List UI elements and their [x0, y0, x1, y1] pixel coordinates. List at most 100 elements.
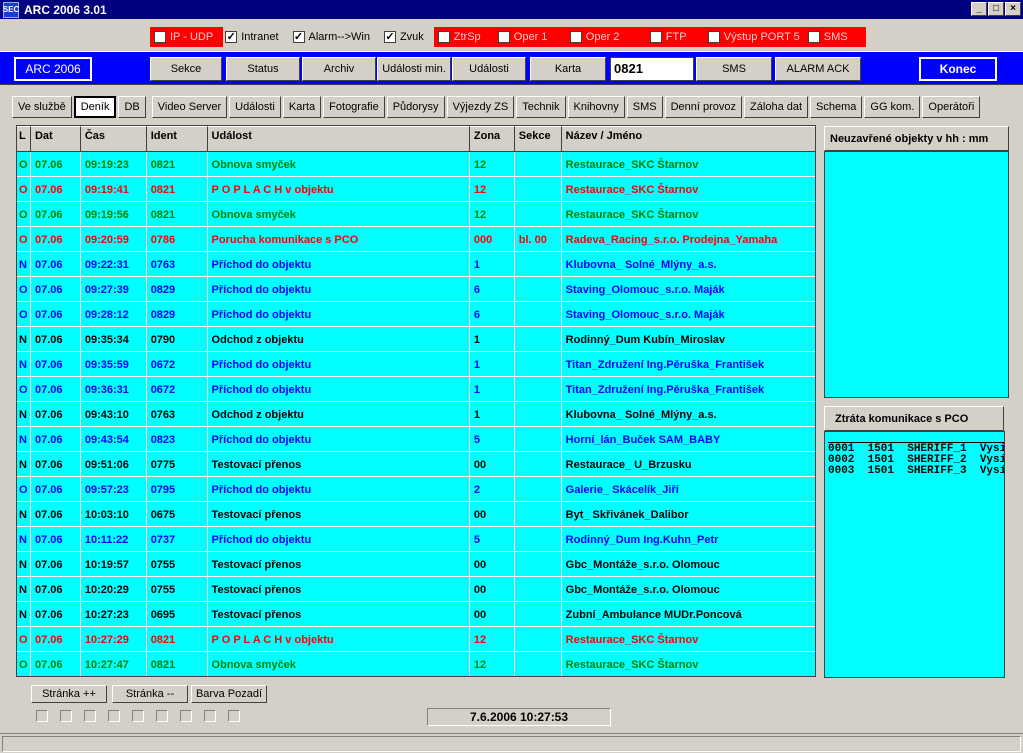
table-row[interactable]: N 07.06 09:51:06 0775 Testovací přenos 00 Rest… — [17, 452, 815, 477]
table-row[interactable]: O 07.06 09:19:23 0821 Obnova smyček 12 Restaur… — [17, 152, 815, 177]
cell-zona: 12 — [470, 652, 515, 676]
col-header-ident[interactable]: Ident — [146, 126, 208, 152]
cell-udalost: Odchod z objektu — [208, 327, 470, 352]
tab-15[interactable]: GG kom. — [864, 96, 921, 118]
cell-ident: 0829 — [147, 277, 208, 302]
ident-input[interactable]: 0821 — [610, 57, 694, 81]
cell-dat: 07.06 — [31, 502, 81, 527]
udalosti-min-button[interactable]: Události min. — [377, 57, 451, 81]
col-header-cas[interactable]: Čas — [80, 126, 147, 152]
table-row[interactable]: O 07.06 10:27:29 0821 P O P L A C H v objekt… — [17, 627, 815, 652]
cell-cas: 09:35:34 — [81, 327, 147, 352]
table-row[interactable]: O 07.06 09:28:12 0829 Příchod do objektu 6 Sta… — [17, 302, 815, 327]
tab-3[interactable]: Video Server — [151, 96, 228, 118]
konec-button[interactable]: Konec — [919, 57, 997, 81]
option-ftp[interactable]: FTP — [649, 27, 702, 47]
table-row[interactable]: N 07.06 10:19:57 0755 Testovací přenos 00 Gbc_… — [17, 552, 815, 577]
page-next-button[interactable]: Stránka ++ — [31, 685, 107, 703]
tab-5[interactable]: Karta — [282, 96, 322, 118]
tab-11[interactable]: SMS — [626, 96, 663, 118]
col-header-nazev[interactable]: Název / Jméno — [561, 126, 815, 152]
table-row[interactable]: O 07.06 09:19:41 0821 P O P L A C H v objekt… — [17, 177, 815, 202]
table-row[interactable]: N 07.06 10:03:10 0675 Testovací přenos 00 Byt_… — [17, 502, 815, 527]
option-vystup-port5[interactable]: Výstup PORT 5 — [707, 27, 802, 47]
status-button[interactable]: Status — [226, 57, 300, 81]
option-ip-udp[interactable]: IP - UDP — [154, 27, 213, 47]
indicator-box — [132, 710, 144, 722]
col-header-sekce[interactable]: Sekce — [514, 126, 562, 152]
option-alarm-win[interactable]: ✓ Alarm-->Win — [292, 27, 370, 47]
pco-loss-list[interactable]: 0001 1501 SHERIFF_1 Vysíl 0002 1501 SHER… — [824, 431, 1005, 678]
tab-2[interactable]: DB — [118, 96, 146, 118]
option-ztrsp[interactable]: ZtrSp — [437, 27, 492, 47]
table-row[interactable]: N 07.06 09:35:34 0790 Odchod z objektu 1 Rodin… — [17, 327, 815, 352]
udalosti-button[interactable]: Události — [452, 57, 526, 81]
app-icon: SEC — [3, 1, 19, 18]
close-icon[interactable]: × — [1005, 2, 1021, 16]
option-oper1[interactable]: Oper 1 — [497, 27, 564, 47]
tab-10[interactable]: Knihovny — [567, 96, 625, 118]
tab-4[interactable]: Události — [229, 96, 281, 118]
cell-dat: 07.06 — [31, 627, 81, 652]
table-row[interactable]: O 07.06 09:57:23 0795 Příchod do objektu 2 Gal… — [17, 477, 815, 502]
cell-sekce: bl. 00 — [515, 227, 562, 252]
background-color-button[interactable]: Barva Pozadí — [191, 685, 267, 703]
table-row[interactable]: N 07.06 09:43:54 0823 Příchod do objektu 5 Hor… — [17, 427, 815, 452]
tab-16[interactable]: Operátoři — [922, 96, 981, 118]
open-objects-list[interactable] — [824, 151, 1009, 398]
tab-14[interactable]: Schema — [810, 96, 863, 118]
table-row[interactable]: N 07.06 10:27:23 0695 Testovací přenos 00 Zubn… — [17, 602, 815, 627]
option-oper2[interactable]: Oper 2 — [569, 27, 644, 47]
cell-ident: 0755 — [147, 577, 208, 602]
archiv-button[interactable]: Archiv — [302, 57, 376, 81]
brand-button[interactable]: ARC 2006 — [14, 57, 92, 81]
open-objects-title: Neuzavřené objekty v hh : mm — [824, 126, 1009, 151]
tab-12[interactable]: Denní provoz — [664, 96, 743, 118]
tab-8[interactable]: Výjezdy ZS — [446, 96, 515, 118]
table-row[interactable]: N 07.06 10:11:22 0737 Příchod do objektu 5 Rod… — [17, 527, 815, 552]
col-header-dat[interactable]: Dat — [30, 126, 81, 152]
table-row[interactable]: O 07.06 09:20:59 0786 Porucha komunikace s P… — [17, 227, 815, 252]
sekce-button[interactable]: Sekce — [150, 57, 222, 81]
tab-0[interactable]: Ve službě — [12, 96, 72, 118]
table-row[interactable]: N 07.06 10:20:29 0755 Testovací přenos 00 Gbc_… — [17, 577, 815, 602]
tab-1[interactable]: Deník — [73, 96, 117, 118]
table-row[interactable]: O 07.06 09:36:31 0672 Příchod do objektu 1 Tit… — [17, 377, 815, 402]
option-zvuk[interactable]: ✓ Zvuk — [383, 27, 424, 47]
table-row[interactable]: N 07.06 09:22:31 0763 Příchod do objektu 1 Klu… — [17, 252, 815, 277]
checkbox-icon — [154, 31, 166, 43]
option-group-ip: IP - UDP — [150, 27, 224, 47]
cell-cas: 09:19:56 — [81, 202, 147, 227]
table-row[interactable]: O 07.06 10:27:47 0821 Obnova smyček 12 Restaur… — [17, 652, 815, 676]
alarm-ack-button[interactable]: ALARM ACK — [775, 57, 861, 81]
tab-9[interactable]: Technik — [516, 96, 566, 118]
cell-sekce — [515, 502, 562, 527]
table-row[interactable]: N 07.06 09:35:59 0672 Příchod do objektu 1 Tit… — [17, 352, 815, 377]
sms-button[interactable]: SMS — [696, 57, 772, 81]
cell-sekce — [515, 277, 562, 302]
option-intranet[interactable]: ✓ Intranet — [225, 27, 279, 47]
col-header-udalost[interactable]: Událost — [207, 126, 470, 152]
table-row[interactable]: N 07.06 09:43:10 0763 Odchod z objektu 1 Klubo… — [17, 402, 815, 427]
cell-ident: 0672 — [147, 352, 208, 377]
col-header-l[interactable]: L — [17, 126, 31, 152]
indicator-box — [108, 710, 120, 722]
minimize-icon[interactable]: _ — [971, 2, 987, 16]
table-row[interactable]: O 07.06 09:19:56 0821 Obnova smyček 12 Restaur… — [17, 202, 815, 227]
cell-udalost: Odchod z objektu — [208, 402, 470, 427]
indicator-box — [36, 710, 48, 722]
option-sms[interactable]: SMS — [807, 27, 848, 47]
cell-zona: 1 — [470, 352, 515, 377]
tab-13[interactable]: Záloha dat — [744, 96, 809, 118]
karta-button[interactable]: Karta — [530, 57, 606, 81]
cell-zona: 00 — [470, 452, 515, 477]
cell-l: O — [17, 277, 31, 302]
cell-nazev: Titan_Združení Ing.Pěruška_František — [565, 359, 765, 371]
page-prev-button[interactable]: Stránka -- — [112, 685, 188, 703]
col-header-zona[interactable]: Zona — [469, 126, 515, 152]
tab-7[interactable]: Půdorysy — [386, 96, 445, 118]
cell-udalost: Obnova smyček — [208, 652, 470, 676]
tab-6[interactable]: Fotografie — [323, 96, 385, 118]
table-row[interactable]: O 07.06 09:27:39 0829 Příchod do objektu 6 Sta… — [17, 277, 815, 302]
maximize-icon[interactable]: □ — [988, 2, 1004, 16]
